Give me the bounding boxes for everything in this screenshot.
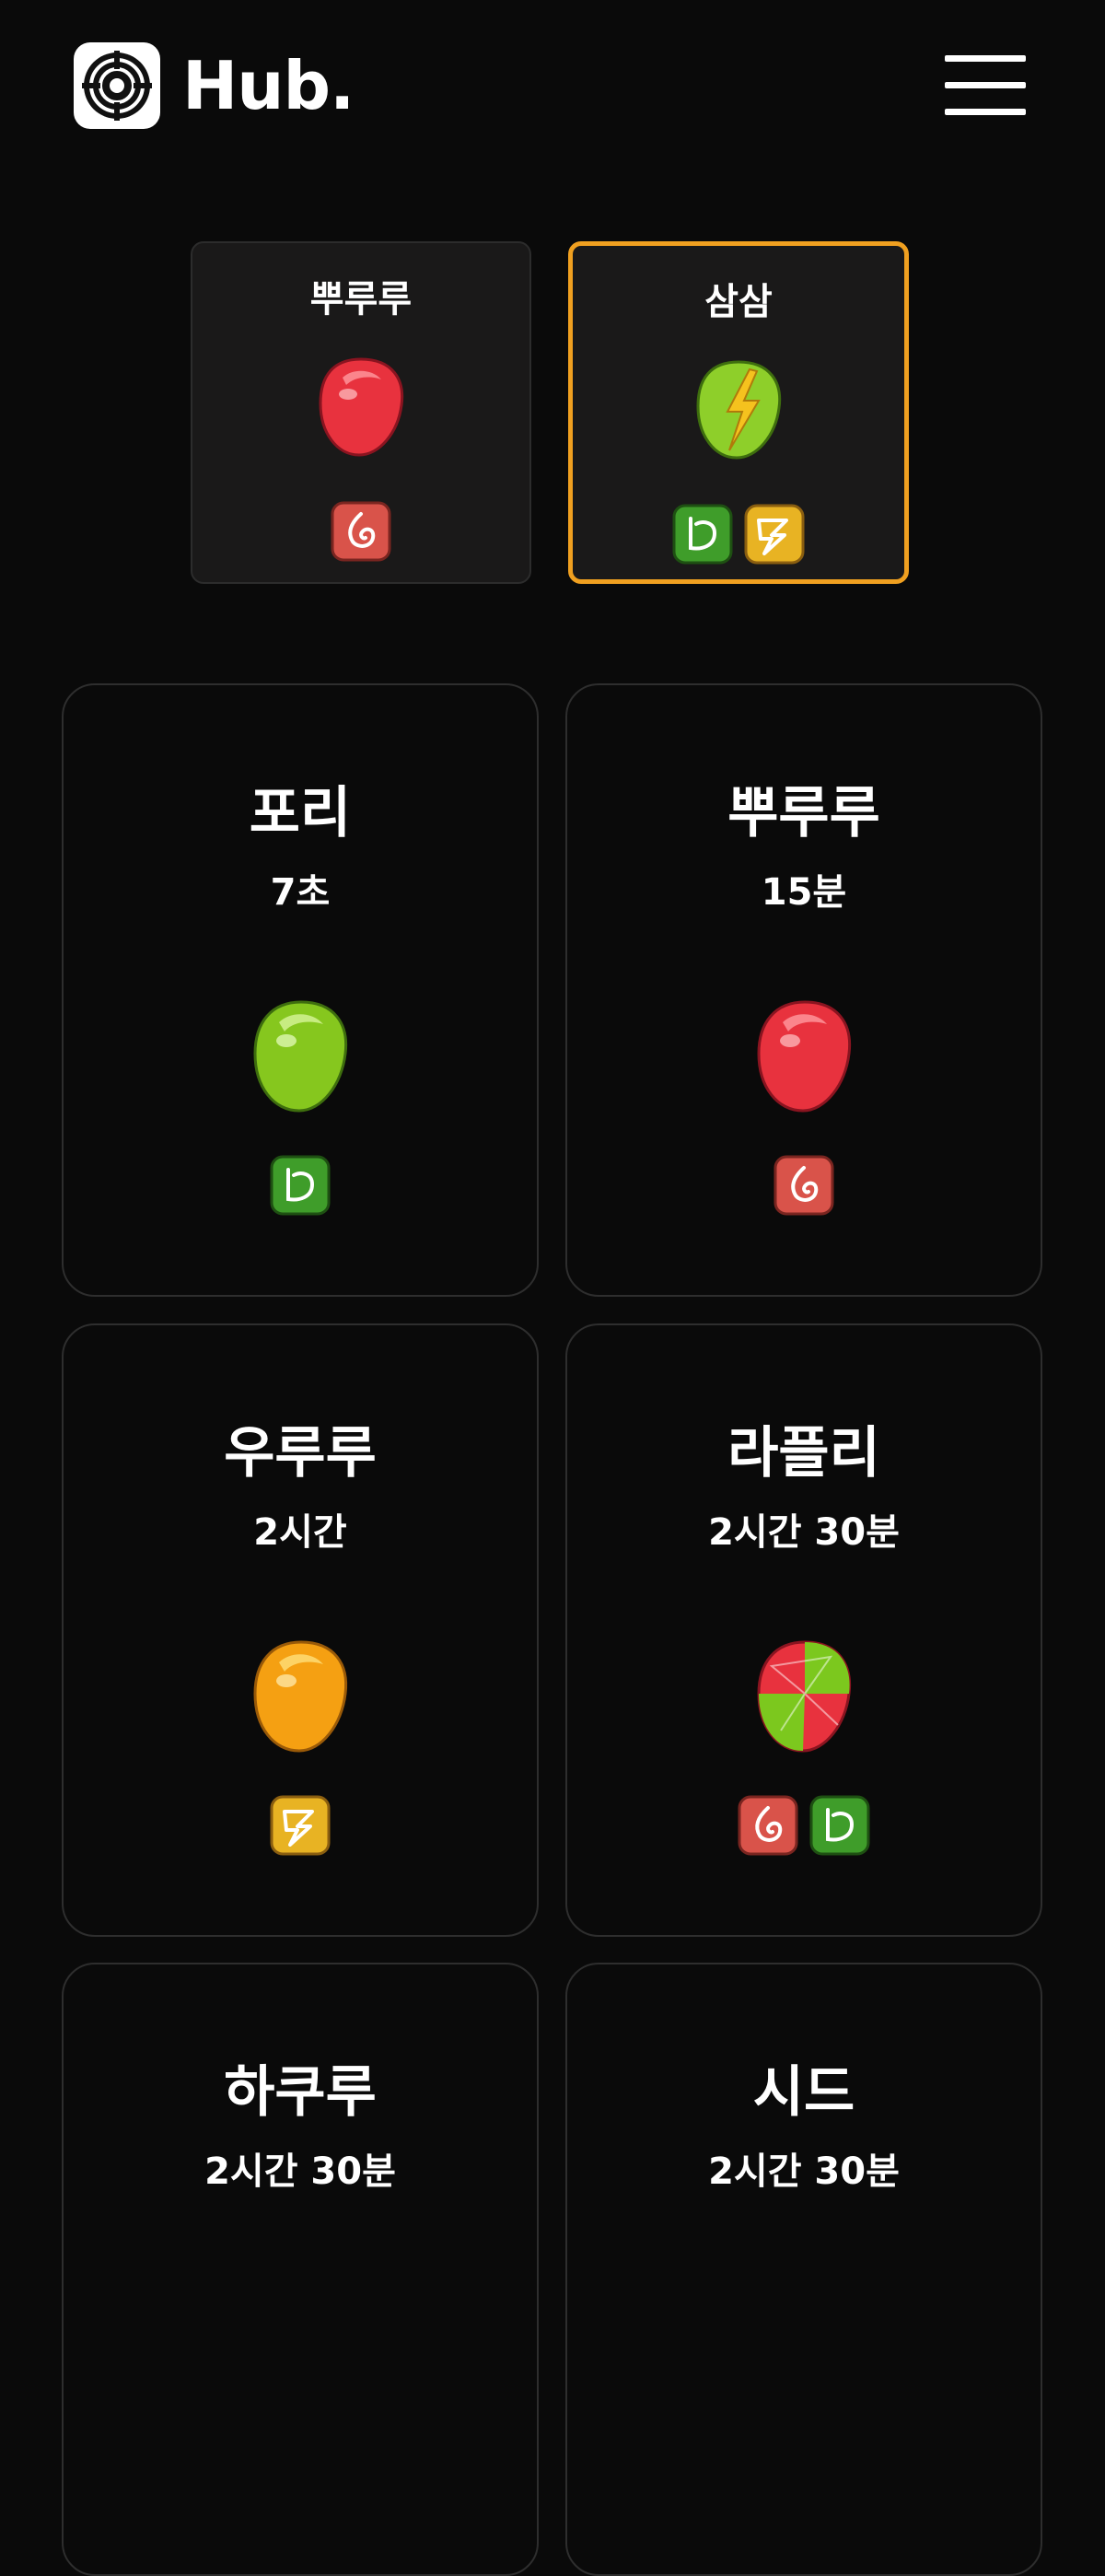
type-icons (64, 1155, 537, 1216)
card-name: 우루루 (224, 1421, 377, 1486)
card-time: 2시간 30분 (708, 1511, 900, 1554)
card-time: 2시간 (253, 1511, 347, 1554)
pokemon-card[interactable]: 시드 2시간 30분 (565, 1963, 1042, 2576)
red-green-gem-icon (753, 1638, 855, 1758)
red-gem-icon (315, 356, 407, 462)
grass-type-icon (809, 1795, 870, 1856)
type-icons (573, 504, 904, 565)
card-time: 7초 (270, 871, 331, 914)
card-name: 라플리 (727, 1421, 880, 1486)
electric-type-icon (270, 1795, 331, 1856)
header: Hub. (0, 0, 1105, 184)
selected-slot-1[interactable]: 뿌루루 (191, 241, 531, 584)
fire-type-icon (774, 1155, 834, 1216)
grass-type-icon (270, 1155, 331, 1216)
selected-slot-name: 삼삼 (704, 281, 773, 323)
type-icons (567, 1795, 1041, 1856)
pokemon-card[interactable]: 하쿠루 2시간 30분 (62, 1963, 539, 2576)
pokemon-card[interactable]: 우루루 2시간 (62, 1323, 539, 1937)
grass-type-icon (672, 504, 733, 565)
type-icons (192, 501, 529, 562)
selected-slot-name: 뿌루루 (309, 278, 413, 321)
card-time: 2시간 30분 (204, 2151, 396, 2193)
type-icons (64, 1795, 537, 1856)
card-name: 뿌루루 (727, 781, 880, 845)
red-gem-icon (753, 998, 855, 1118)
card-name: 하쿠루 (224, 2060, 377, 2125)
pokemon-card[interactable]: 라플리 2시간 30분 (565, 1323, 1042, 1937)
hamburger-menu-icon[interactable] (945, 55, 1026, 116)
card-name: 시드 (752, 2060, 855, 2125)
green-electric-gem-icon (692, 358, 785, 465)
brand-name[interactable]: Hub. (182, 42, 355, 129)
electric-type-icon (744, 504, 805, 565)
pokemon-card[interactable]: 포리 7초 (62, 683, 539, 1297)
pokemon-card[interactable]: 뿌루루 15분 (565, 683, 1042, 1297)
card-name: 포리 (249, 781, 352, 845)
target-maze-icon[interactable] (74, 42, 160, 129)
card-time: 2시간 30분 (708, 2151, 900, 2193)
type-icons (567, 1155, 1041, 1216)
green-gem-icon (250, 998, 351, 1118)
fire-type-icon (331, 501, 391, 562)
card-time: 15분 (761, 871, 847, 914)
selected-slot-2[interactable]: 삼삼 (568, 241, 909, 584)
fire-type-icon (738, 1795, 798, 1856)
orange-gem-icon (250, 1638, 351, 1758)
